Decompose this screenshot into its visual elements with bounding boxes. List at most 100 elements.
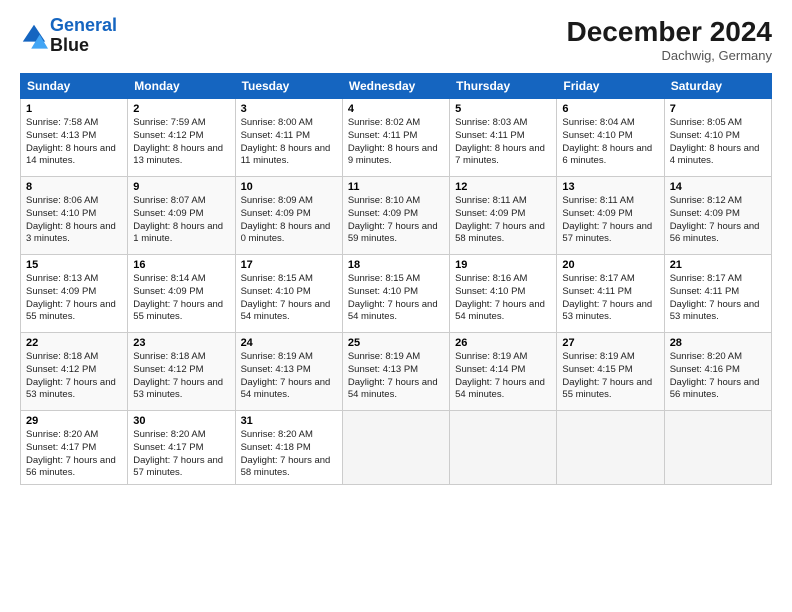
day-number: 10 [241, 181, 337, 193]
calendar-cell: 17 Sunrise: 8:15 AMSunset: 4:10 PMDayligh… [235, 255, 342, 333]
location: Dachwig, Germany [567, 48, 772, 63]
calendar-cell [664, 411, 771, 485]
calendar-cell: 19 Sunrise: 8:16 AMSunset: 4:10 PMDayligh… [450, 255, 557, 333]
page: General Blue December 2024 Dachwig, Germ… [0, 0, 792, 495]
cell-info: Sunrise: 8:19 AMSunset: 4:13 PMDaylight:… [348, 351, 444, 402]
calendar-cell: 22Sunrise: 8:18 AMSunset: 4:12 PMDayligh… [21, 333, 128, 411]
cell-info: Sunrise: 8:03 AMSunset: 4:11 PMDaylight:… [455, 117, 551, 168]
logo: General Blue [20, 16, 117, 56]
calendar-cell: 29 Sunrise: 8:20 AMSunset: 4:17 PMDayligh… [21, 411, 128, 485]
cell-info: Sunrise: 8:05 AMSunset: 4:10 PMDaylight:… [670, 117, 766, 168]
cell-info: Sunrise: 8:20 AMSunset: 4:18 PMDaylight:… [241, 429, 337, 480]
day-number: 23 [133, 337, 229, 349]
calendar-cell: 11 Sunrise: 8:10 AMSunset: 4:09 PMDayligh… [342, 177, 449, 255]
calendar-cell [450, 411, 557, 485]
cell-info: Sunrise: 8:20 AMSunset: 4:16 PMDaylight:… [670, 351, 766, 402]
weekday-header-tuesday: Tuesday [235, 74, 342, 99]
calendar-cell: 8 Sunrise: 8:06 AMSunset: 4:10 PMDaylight… [21, 177, 128, 255]
cell-info: Sunrise: 8:14 AMSunset: 4:09 PMDaylight:… [133, 273, 229, 324]
cell-info: Sunrise: 8:18 AMSunset: 4:12 PMDaylight:… [133, 351, 229, 402]
cell-info: Sunrise: 8:16 AMSunset: 4:10 PMDaylight:… [455, 273, 551, 324]
calendar-cell: 20Sunrise: 8:17 AMSunset: 4:11 PMDayligh… [557, 255, 664, 333]
weekday-header-sunday: Sunday [21, 74, 128, 99]
cell-info: Sunrise: 8:11 AMSunset: 4:09 PMDaylight:… [562, 195, 658, 246]
day-number: 15 [26, 259, 122, 271]
day-number: 12 [455, 181, 551, 193]
day-number: 21 [670, 259, 766, 271]
calendar-cell: 26 Sunrise: 8:19 AMSunset: 4:14 PMDayligh… [450, 333, 557, 411]
cell-info: Sunrise: 8:10 AMSunset: 4:09 PMDaylight:… [348, 195, 444, 246]
logo-text: General Blue [50, 16, 117, 56]
day-number: 18 [348, 259, 444, 271]
calendar-cell: 3 Sunrise: 8:00 AMSunset: 4:11 PMDaylight… [235, 99, 342, 177]
cell-info: Sunrise: 8:07 AMSunset: 4:09 PMDaylight:… [133, 195, 229, 246]
day-number: 14 [670, 181, 766, 193]
calendar-cell: 1 Sunrise: 7:58 AMSunset: 4:13 PMDaylight… [21, 99, 128, 177]
cell-info: Sunrise: 8:13 AMSunset: 4:09 PMDaylight:… [26, 273, 122, 324]
cell-info: Sunrise: 8:20 AMSunset: 4:17 PMDaylight:… [133, 429, 229, 480]
cell-info: Sunrise: 8:02 AMSunset: 4:11 PMDaylight:… [348, 117, 444, 168]
calendar-cell: 6 Sunrise: 8:04 AMSunset: 4:10 PMDaylight… [557, 99, 664, 177]
weekday-header-thursday: Thursday [450, 74, 557, 99]
day-number: 19 [455, 259, 551, 271]
calendar-cell: 18 Sunrise: 8:15 AMSunset: 4:10 PMDayligh… [342, 255, 449, 333]
day-number: 4 [348, 103, 444, 115]
calendar-cell: 10Sunrise: 8:09 AMSunset: 4:09 PMDayligh… [235, 177, 342, 255]
header: General Blue December 2024 Dachwig, Germ… [20, 16, 772, 63]
day-number: 31 [241, 415, 337, 427]
day-number: 29 [26, 415, 122, 427]
cell-info: Sunrise: 8:12 AMSunset: 4:09 PMDaylight:… [670, 195, 766, 246]
cell-info: Sunrise: 8:06 AMSunset: 4:10 PMDaylight:… [26, 195, 122, 246]
day-number: 25 [348, 337, 444, 349]
calendar-cell: 4 Sunrise: 8:02 AMSunset: 4:11 PMDaylight… [342, 99, 449, 177]
calendar-cell: 21 Sunrise: 8:17 AMSunset: 4:11 PMDayligh… [664, 255, 771, 333]
cell-info: Sunrise: 8:00 AMSunset: 4:11 PMDaylight:… [241, 117, 337, 168]
calendar-cell: 27 Sunrise: 8:19 AMSunset: 4:15 PMDayligh… [557, 333, 664, 411]
day-number: 13 [562, 181, 658, 193]
weekday-header-friday: Friday [557, 74, 664, 99]
month-year: December 2024 [567, 16, 772, 48]
cell-info: Sunrise: 8:04 AMSunset: 4:10 PMDaylight:… [562, 117, 658, 168]
day-number: 16 [133, 259, 229, 271]
weekday-header-saturday: Saturday [664, 74, 771, 99]
day-number: 17 [241, 259, 337, 271]
day-number: 11 [348, 181, 444, 193]
day-number: 3 [241, 103, 337, 115]
calendar-cell: 13 Sunrise: 8:11 AMSunset: 4:09 PMDayligh… [557, 177, 664, 255]
cell-info: Sunrise: 7:58 AMSunset: 4:13 PMDaylight:… [26, 117, 122, 168]
cell-info: Sunrise: 8:11 AMSunset: 4:09 PMDaylight:… [455, 195, 551, 246]
cell-info: Sunrise: 8:19 AMSunset: 4:13 PMDaylight:… [241, 351, 337, 402]
calendar-cell: 12 Sunrise: 8:11 AMSunset: 4:09 PMDayligh… [450, 177, 557, 255]
calendar-cell: 30 Sunrise: 8:20 AMSunset: 4:17 PMDayligh… [128, 411, 235, 485]
calendar-cell: 9 Sunrise: 8:07 AMSunset: 4:09 PMDaylight… [128, 177, 235, 255]
day-number: 30 [133, 415, 229, 427]
day-number: 6 [562, 103, 658, 115]
weekday-header-monday: Monday [128, 74, 235, 99]
calendar-cell: 14 Sunrise: 8:12 AMSunset: 4:09 PMDayligh… [664, 177, 771, 255]
calendar-cell: 31 Sunrise: 8:20 AMSunset: 4:18 PMDayligh… [235, 411, 342, 485]
calendar-cell: 25 Sunrise: 8:19 AMSunset: 4:13 PMDayligh… [342, 333, 449, 411]
day-number: 5 [455, 103, 551, 115]
calendar-cell: 7 Sunrise: 8:05 AMSunset: 4:10 PMDaylight… [664, 99, 771, 177]
day-number: 26 [455, 337, 551, 349]
cell-info: Sunrise: 8:15 AMSunset: 4:10 PMDaylight:… [348, 273, 444, 324]
calendar-cell: 5 Sunrise: 8:03 AMSunset: 4:11 PMDaylight… [450, 99, 557, 177]
day-number: 24 [241, 337, 337, 349]
day-number: 27 [562, 337, 658, 349]
weekday-header-wednesday: Wednesday [342, 74, 449, 99]
calendar-cell [557, 411, 664, 485]
calendar-cell: 23 Sunrise: 8:18 AMSunset: 4:12 PMDayligh… [128, 333, 235, 411]
cell-info: Sunrise: 8:20 AMSunset: 4:17 PMDaylight:… [26, 429, 122, 480]
day-number: 9 [133, 181, 229, 193]
day-number: 1 [26, 103, 122, 115]
logo-icon [20, 22, 48, 50]
day-number: 7 [670, 103, 766, 115]
calendar-cell: 16 Sunrise: 8:14 AMSunset: 4:09 PMDayligh… [128, 255, 235, 333]
day-number: 20 [562, 259, 658, 271]
cell-info: Sunrise: 8:19 AMSunset: 4:15 PMDaylight:… [562, 351, 658, 402]
cell-info: Sunrise: 8:19 AMSunset: 4:14 PMDaylight:… [455, 351, 551, 402]
day-number: 2 [133, 103, 229, 115]
cell-info: Sunrise: 8:17 AMSunset: 4:11 PMDaylight:… [670, 273, 766, 324]
day-number: 8 [26, 181, 122, 193]
cell-info: Sunrise: 8:15 AMSunset: 4:10 PMDaylight:… [241, 273, 337, 324]
